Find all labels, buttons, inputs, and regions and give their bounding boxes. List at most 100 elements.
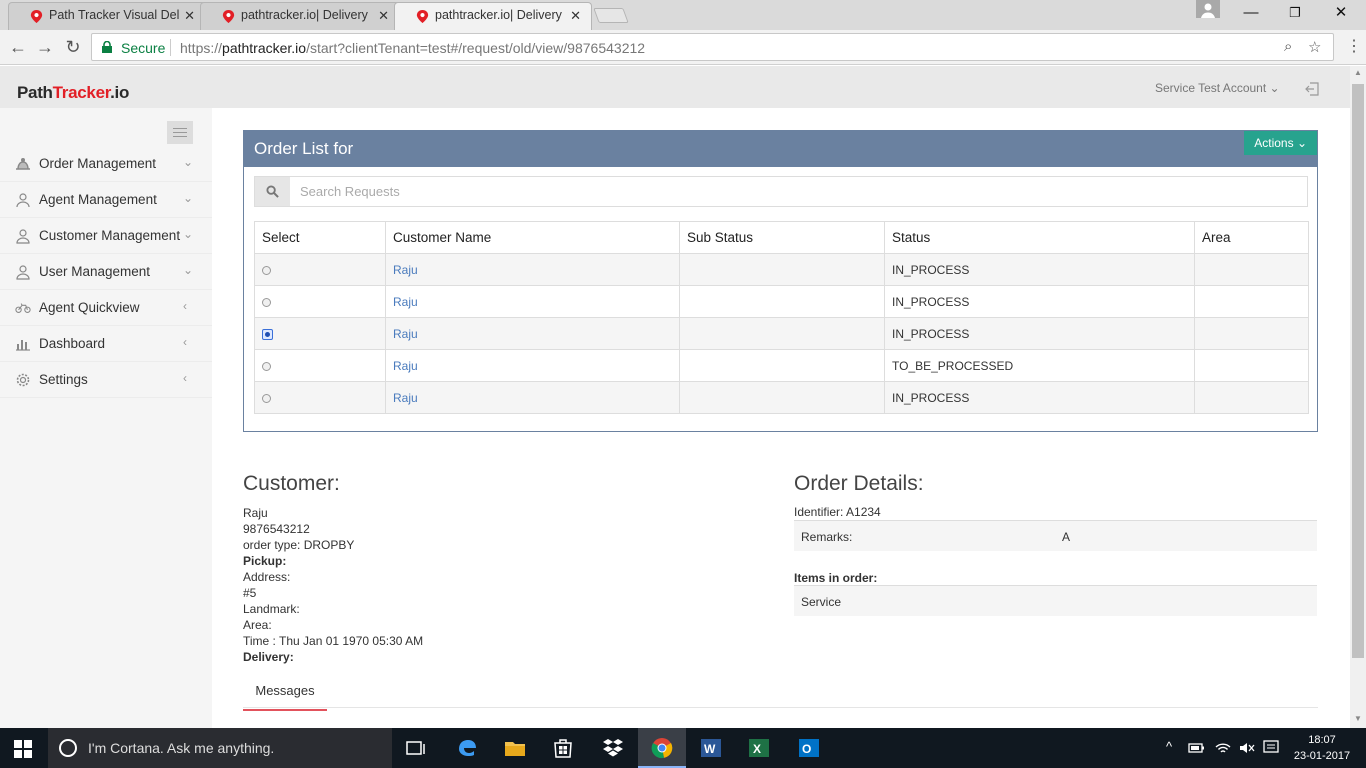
customer-name-link[interactable]: Raju	[393, 263, 418, 277]
customer-phone: 9876543212	[243, 522, 310, 536]
logout-icon[interactable]	[1305, 82, 1319, 96]
search-requests-input[interactable]	[300, 177, 1300, 206]
table-row[interactable]: Raju IN_PROCESS	[254, 285, 1309, 318]
table-row-selected[interactable]: Raju IN_PROCESS	[254, 317, 1309, 350]
column-header-sub-status[interactable]: Sub Status	[679, 221, 885, 254]
system-clock[interactable]: 18:07 23-01-2017	[1290, 732, 1354, 764]
windows-start-icon[interactable]	[14, 740, 32, 758]
volume-muted-icon[interactable]	[1238, 739, 1256, 757]
restore-icon[interactable]: ❐	[1272, 0, 1318, 28]
sidebar-item-order-management[interactable]: Order Management ⌄	[0, 146, 212, 182]
account-dropdown[interactable]: Service Test Account ⌄	[1155, 81, 1280, 95]
sidebar-item-dashboard[interactable]: Dashboard ‹	[0, 326, 212, 362]
lock-icon	[102, 41, 112, 53]
agent-icon	[16, 193, 30, 208]
column-header-area[interactable]: Area	[1194, 221, 1309, 254]
browser-tab-2[interactable]: pathtracker.io| Delivery P ✕	[200, 2, 400, 30]
sidebar-item-label: Dashboard	[39, 336, 106, 351]
row-select-radio-checked[interactable]	[262, 328, 273, 340]
area-cell	[1194, 285, 1309, 318]
pathtracker-favicon-icon	[416, 9, 429, 24]
pathtracker-logo[interactable]: PathTracker.io	[17, 83, 129, 103]
chevron-down-icon: ⌄	[183, 263, 194, 277]
address-bar[interactable]: Secure https://pathtracker.io/start?clie…	[91, 33, 1334, 61]
customer-name-link[interactable]: Raju	[393, 391, 418, 405]
store-icon[interactable]	[551, 736, 575, 760]
gear-icon	[16, 373, 30, 387]
row-select-radio[interactable]	[262, 393, 271, 403]
bookmark-star-icon[interactable]: ☆	[1308, 38, 1321, 56]
row-select-radio[interactable]	[262, 265, 271, 275]
table-row[interactable]: Raju IN_PROCESS	[254, 253, 1309, 286]
customer-name-link[interactable]: Raju	[393, 295, 418, 309]
outlook-icon[interactable]: O	[797, 736, 821, 760]
landmark-label: Landmark:	[243, 602, 300, 616]
window-close-icon[interactable]: ✕	[1318, 0, 1364, 28]
order-list-panel: Order List for Actions ⌄ Select Customer…	[243, 130, 1318, 432]
minimize-icon[interactable]: —	[1228, 0, 1274, 28]
status-cell: TO_BE_PROCESSED	[884, 349, 1195, 382]
dropbox-icon[interactable]	[601, 736, 625, 760]
area-cell	[1194, 349, 1309, 382]
sidebar-item-agent-quickview[interactable]: Agent Quickview ‹	[0, 290, 212, 326]
column-header-select[interactable]: Select	[254, 221, 386, 254]
back-arrow-icon[interactable]: ←	[6, 35, 30, 59]
chrome-icon[interactable]	[650, 736, 674, 760]
close-icon[interactable]: ✕	[570, 3, 581, 28]
sidebar-toggle-button[interactable]	[167, 121, 193, 144]
table-row[interactable]: Raju TO_BE_PROCESSED	[254, 349, 1309, 382]
show-hidden-icons-icon[interactable]: ^	[1166, 739, 1172, 754]
pathtracker-favicon-icon	[30, 9, 43, 24]
scroll-down-icon[interactable]: ▼	[1350, 714, 1366, 723]
url-text[interactable]: https://pathtracker.io/start?clientTenan…	[180, 40, 645, 56]
edge-browser-icon[interactable]	[455, 736, 479, 760]
word-icon[interactable]: W	[699, 736, 723, 760]
logo-io: .io	[110, 83, 130, 102]
pickup-label: Pickup:	[243, 554, 287, 568]
browser-tab-1[interactable]: Path Tracker Visual Delive ✕	[8, 2, 206, 30]
column-header-status[interactable]: Status	[884, 221, 1195, 254]
table-row[interactable]: Raju IN_PROCESS	[254, 381, 1309, 414]
svg-text:X: X	[753, 742, 761, 756]
svg-text:O: O	[802, 742, 811, 756]
sidebar: Order Management ⌄ Agent Management ⌄ Cu…	[0, 108, 212, 728]
actions-button[interactable]: Actions ⌄	[1244, 131, 1317, 155]
forward-arrow-icon[interactable]: →	[33, 35, 57, 59]
chevron-down-icon: ⌄	[1269, 81, 1280, 95]
customer-name-link[interactable]: Raju	[393, 359, 418, 373]
remarks-label: Remarks:	[801, 530, 853, 544]
column-header-customer-name[interactable]: Customer Name	[385, 221, 680, 254]
task-view-icon[interactable]	[404, 736, 428, 760]
area-cell	[1194, 317, 1309, 350]
reload-icon[interactable]: ↻	[61, 35, 85, 59]
excel-icon[interactable]: X	[747, 736, 771, 760]
chevron-down-icon: ⌄	[1296, 136, 1307, 150]
battery-icon[interactable]	[1188, 739, 1206, 757]
sidebar-item-customer-management[interactable]: Customer Management ⌄	[0, 218, 212, 254]
status-cell: IN_PROCESS	[884, 253, 1195, 286]
new-tab-button[interactable]	[593, 8, 629, 23]
scroll-up-icon[interactable]: ▲	[1350, 68, 1366, 77]
wifi-icon[interactable]	[1214, 739, 1232, 757]
sidebar-item-label: Agent Quickview	[39, 300, 140, 315]
sidebar-item-agent-management[interactable]: Agent Management ⌄	[0, 182, 212, 218]
clock-date: 23-01-2017	[1293, 750, 1351, 762]
file-explorer-icon[interactable]	[503, 736, 527, 760]
profile-icon[interactable]	[1196, 0, 1220, 18]
close-icon[interactable]: ✕	[378, 3, 389, 28]
chrome-menu-icon[interactable]: ⋮	[1342, 35, 1366, 59]
close-icon[interactable]: ✕	[184, 3, 195, 28]
row-select-radio[interactable]	[262, 361, 271, 371]
notifications-icon[interactable]	[1262, 739, 1280, 757]
cortana-search-box[interactable]: I'm Cortana. Ask me anything.	[48, 728, 392, 768]
order-type: order type: DROPBY	[243, 538, 355, 552]
sidebar-item-user-management[interactable]: User Management ⌄	[0, 254, 212, 290]
scrollbar-thumb[interactable]	[1352, 84, 1364, 658]
vertical-scrollbar[interactable]: ▲ ▼	[1350, 66, 1366, 728]
browser-tab-3-active[interactable]: pathtracker.io| Delivery P ✕	[394, 2, 592, 30]
sidebar-item-settings[interactable]: Settings ‹	[0, 362, 212, 398]
customer-name-link[interactable]: Raju	[393, 327, 418, 341]
status-cell: IN_PROCESS	[884, 317, 1195, 350]
zoom-search-icon[interactable]: ⌕	[1284, 38, 1292, 55]
row-select-radio[interactable]	[262, 297, 271, 307]
